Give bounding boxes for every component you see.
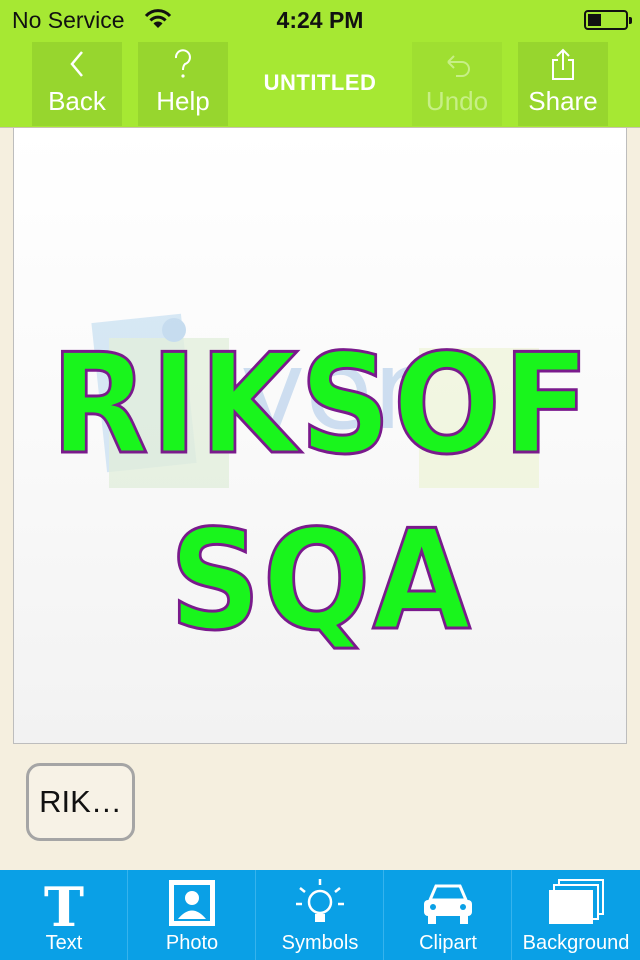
- status-time: 4:24 PM: [276, 7, 364, 33]
- question-icon: [174, 49, 191, 78]
- help-label: Help: [156, 86, 210, 116]
- undo-label: Undo: [425, 86, 489, 116]
- bottom-toolbar: T Text Photo Symbols Clipart Background: [0, 870, 640, 960]
- photo-icon: [169, 880, 215, 926]
- share-icon: [552, 48, 574, 80]
- svg-text:T: T: [44, 876, 84, 930]
- text-icon: T: [44, 876, 84, 930]
- battery-icon: [584, 10, 632, 30]
- back-label: Back: [48, 86, 106, 116]
- canvas-text-line-2[interactable]: SQA: [39, 499, 604, 663]
- status-bar: No Service 4:24 PM: [0, 0, 640, 40]
- back-button[interactable]: Back: [32, 42, 122, 126]
- undo-icon: [447, 55, 470, 77]
- text-layer-chip[interactable]: RIK…: [26, 763, 135, 841]
- help-button[interactable]: Help: [138, 42, 228, 126]
- text-tool-button[interactable]: T Text: [0, 870, 128, 960]
- clipart-tool-button[interactable]: Clipart: [384, 870, 512, 960]
- clipart-tool-label: Clipart: [419, 932, 477, 954]
- undo-button[interactable]: Undo: [412, 42, 502, 126]
- photo-tool-label: Photo: [165, 932, 219, 954]
- share-label: Share: [528, 86, 598, 116]
- symbols-tool-label: Symbols: [281, 932, 359, 954]
- top-bar: No Service 4:24 PM Back Help UNTITLED Un…: [0, 0, 640, 128]
- symbols-tool-button[interactable]: Symbols: [256, 870, 384, 960]
- chevron-left-icon: [70, 51, 83, 77]
- design-canvas[interactable]: ver RIKSOF SQA: [13, 128, 627, 744]
- canvas-text-line-1[interactable]: RIKSOF: [39, 323, 604, 487]
- car-icon: [424, 884, 472, 924]
- text-tool-label: Text: [45, 932, 83, 954]
- share-button[interactable]: Share: [518, 42, 608, 126]
- photo-tool-button[interactable]: Photo: [128, 870, 256, 960]
- background-tool-button[interactable]: Background: [512, 870, 640, 960]
- document-title: UNTITLED: [263, 70, 377, 95]
- layers-icon: [549, 879, 604, 924]
- background-tool-label: Background: [522, 932, 630, 954]
- lightbulb-icon: [296, 879, 344, 922]
